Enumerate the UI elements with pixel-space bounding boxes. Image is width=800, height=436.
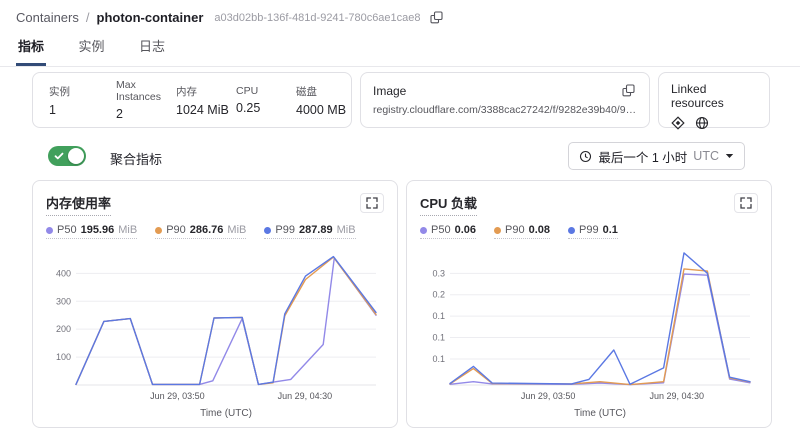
timezone-label: UTC xyxy=(693,149,719,163)
svg-text:Jun 29, 04:30: Jun 29, 04:30 xyxy=(650,391,705,401)
cpu-load-chart[interactable]: 0.3 0.2 0.1 0.1 0.1 Jun 29, 03:50 Jun 29, 04:3… xyxy=(420,245,758,421)
svg-text:0.1: 0.1 xyxy=(432,311,445,321)
legend-item-p99[interactable]: P99287.89MiB xyxy=(264,224,355,239)
stat-value: 4000 MB xyxy=(296,103,346,117)
stat-instances: 实例 1 xyxy=(49,84,116,117)
workers-resource-link[interactable] xyxy=(671,116,685,130)
stat-label: 磁盘 xyxy=(296,84,346,99)
legend-item-p90[interactable]: P90286.76MiB xyxy=(155,224,246,239)
legend-dot xyxy=(155,227,162,234)
aggregate-metrics-toggle[interactable] xyxy=(48,146,86,166)
legend-item-p99[interactable]: P990.1 xyxy=(568,224,618,239)
container-id: a03d02bb-136f-481d-9241-780c6ae1cae8 xyxy=(214,12,420,24)
legend-dot xyxy=(264,227,271,234)
stat-label: Max Instances xyxy=(116,79,176,103)
copy-icon xyxy=(430,11,443,24)
expand-memory-chart-button[interactable] xyxy=(360,193,384,213)
legend-item-p90[interactable]: P900.08 xyxy=(494,224,550,239)
copy-icon xyxy=(622,84,635,97)
breadcrumb: Containers / photon-container a03d02bb-1… xyxy=(16,9,445,26)
stat-cpu: CPU 0.25 xyxy=(236,85,296,115)
stat-label: 内存 xyxy=(176,84,236,99)
svg-text:0.1: 0.1 xyxy=(432,354,445,364)
stat-value: 1024 MiB xyxy=(176,103,236,117)
copy-id-button[interactable] xyxy=(428,9,445,26)
svg-text:Time (UTC): Time (UTC) xyxy=(574,408,626,419)
stat-disk: 磁盘 4000 MB xyxy=(296,84,346,117)
cpu-chart-legend: P500.06 P900.08 P990.1 xyxy=(420,224,758,239)
linked-resources-card: Linked resources xyxy=(658,72,770,128)
svg-text:300: 300 xyxy=(56,296,71,306)
copy-image-button[interactable] xyxy=(620,82,637,99)
svg-text:100: 100 xyxy=(56,352,71,362)
stat-memory: 内存 1024 MiB xyxy=(176,84,236,117)
legend-dot xyxy=(568,227,575,234)
page-title: photon-container xyxy=(97,10,204,25)
svg-text:400: 400 xyxy=(56,268,71,278)
memory-usage-chart-card: 内存使用率 P50195.96MiB P90286.76MiB P99287.89M… xyxy=(32,180,398,428)
time-range-value: 最后一个 1 小时 xyxy=(598,147,687,166)
globe-icon xyxy=(695,116,709,130)
cpu-chart-title[interactable]: CPU 负载 xyxy=(420,193,477,216)
legend-item-p50[interactable]: P50195.96MiB xyxy=(46,224,137,239)
memory-usage-chart[interactable]: 400 300 200 100 Jun 29, 03:50 Jun 29, 04:30 Ti… xyxy=(46,245,384,421)
legend-dot xyxy=(46,227,53,234)
stat-label: CPU xyxy=(236,85,296,97)
tab-instances[interactable]: 实例 xyxy=(76,34,106,66)
linked-resources-label: Linked resources xyxy=(671,82,757,110)
image-label: Image xyxy=(373,84,406,98)
legend-dot xyxy=(420,227,427,234)
check-icon xyxy=(54,151,64,161)
svg-text:0.1: 0.1 xyxy=(432,333,445,343)
image-card: Image registry.cloudflare.com/3388cac272… xyxy=(360,72,650,128)
workers-icon xyxy=(671,116,685,130)
aggregate-metrics-label: 聚合指标 xyxy=(110,149,162,168)
breadcrumb-separator: / xyxy=(86,10,90,25)
cpu-load-chart-card: CPU 负载 P500.06 P900.08 P990.1 0.3 0.2 0.1 0.1… xyxy=(406,180,772,428)
stat-max-instances: Max Instances 2 xyxy=(116,79,176,121)
clock-icon xyxy=(579,150,592,163)
expand-cpu-chart-button[interactable] xyxy=(734,193,758,213)
toggle-knob xyxy=(68,148,84,164)
domain-resource-link[interactable] xyxy=(695,116,709,130)
legend-item-p50[interactable]: P500.06 xyxy=(420,224,476,239)
container-stats-card: 实例 1 Max Instances 2 内存 1024 MiB CPU 0.2… xyxy=(32,72,352,128)
expand-icon xyxy=(740,197,752,209)
chevron-down-icon xyxy=(725,153,734,159)
svg-text:Jun 29, 03:50: Jun 29, 03:50 xyxy=(150,391,205,401)
memory-chart-legend: P50195.96MiB P90286.76MiB P99287.89MiB xyxy=(46,224,384,239)
svg-text:Time (UTC): Time (UTC) xyxy=(200,408,252,419)
stat-value: 1 xyxy=(49,103,116,117)
stat-label: 实例 xyxy=(49,84,116,99)
time-range-select[interactable]: 最后一个 1 小时 UTC xyxy=(568,142,745,170)
svg-text:Jun 29, 04:30: Jun 29, 04:30 xyxy=(278,391,333,401)
tab-bar: 指标 实例 日志 xyxy=(0,34,800,67)
tab-logs[interactable]: 日志 xyxy=(137,34,167,66)
expand-icon xyxy=(366,197,378,209)
svg-text:200: 200 xyxy=(56,324,71,334)
stat-value: 2 xyxy=(116,107,176,121)
svg-text:Jun 29, 03:50: Jun 29, 03:50 xyxy=(521,391,576,401)
legend-dot xyxy=(494,227,501,234)
svg-text:0.3: 0.3 xyxy=(432,268,445,278)
memory-chart-title[interactable]: 内存使用率 xyxy=(46,193,111,216)
tab-metrics[interactable]: 指标 xyxy=(16,34,46,66)
stat-value: 0.25 xyxy=(236,101,296,115)
image-registry-url: registry.cloudflare.com/3388cac27242/f/9… xyxy=(373,104,637,116)
svg-text:0.2: 0.2 xyxy=(432,290,445,300)
breadcrumb-containers-link[interactable]: Containers xyxy=(16,10,79,25)
